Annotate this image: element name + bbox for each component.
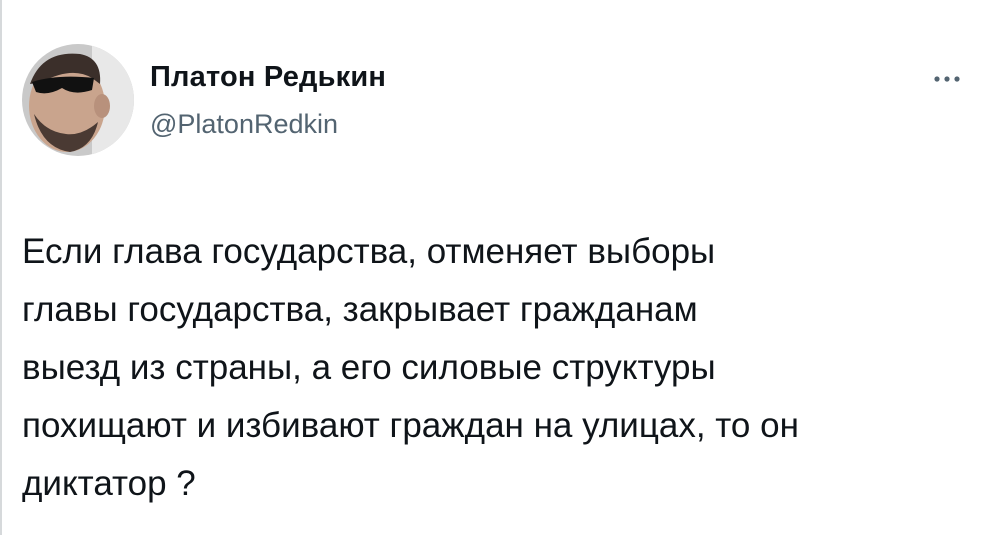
more-options-button[interactable] [925,62,969,96]
avatar[interactable] [22,44,134,156]
author-display-name[interactable]: Платон Редькин [150,61,386,94]
more-options-icon [934,76,960,82]
card-border [0,0,2,535]
tweet-text: Если глава государства, отменяет выборы … [22,232,799,503]
user-avatar-icon [22,44,134,156]
author-handle[interactable]: @PlatonRedkin [150,109,338,140]
tweet-card: Платон Редькин @PlatonRedkin Если глава … [0,0,1000,535]
